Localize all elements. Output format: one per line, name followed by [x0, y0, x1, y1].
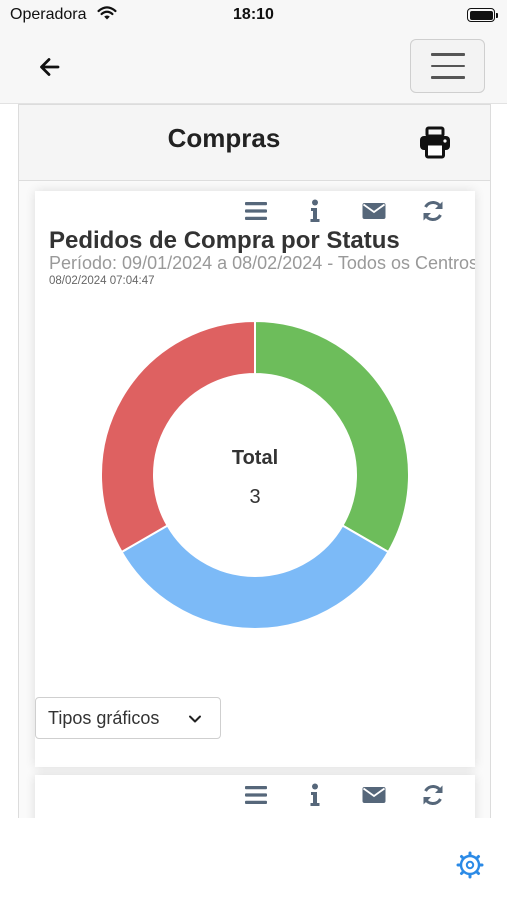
refresh-icon[interactable] — [419, 197, 447, 225]
chart-subtitle: Período: 09/01/2024 a 08/02/2024 - Todos… — [49, 253, 475, 273]
chart-title: Pedidos de Compra por Status — [49, 227, 400, 254]
list-icon[interactable] — [242, 197, 270, 225]
donut-center-value: 3 — [249, 486, 260, 508]
donut-slice-3[interactable] — [100, 319, 256, 554]
refresh-icon[interactable] — [419, 781, 447, 809]
battery-icon — [467, 8, 498, 22]
app-header — [0, 30, 507, 104]
clock: 18:10 — [233, 6, 274, 23]
menu-toggle-button[interactable] — [410, 39, 485, 93]
printer-icon[interactable] — [417, 125, 453, 161]
purchases-panel: Compras Pedidos de Compra por Status Per… — [18, 104, 491, 834]
donut-chart: Total 3 — [100, 319, 410, 630]
donut-center-label: Total — [232, 447, 278, 469]
envelope-icon[interactable] — [360, 781, 388, 809]
bottom-bar — [0, 818, 507, 900]
panel-header: Compras — [19, 105, 490, 181]
card-toolbar — [35, 197, 475, 225]
donut-slice-1[interactable] — [254, 319, 410, 554]
envelope-icon[interactable] — [360, 197, 388, 225]
chevron-down-icon — [189, 715, 201, 723]
donut-slice-2[interactable] — [120, 524, 390, 630]
status-bar: Operadora 18:10 — [0, 0, 507, 30]
info-icon[interactable] — [301, 197, 329, 225]
chart-timestamp: 08/02/2024 07:04:47 — [49, 275, 155, 287]
chart-card: Pedidos de Compra por Status Período: 09… — [35, 191, 475, 767]
settings-icon[interactable] — [456, 851, 484, 879]
list-icon[interactable] — [242, 781, 270, 809]
info-icon[interactable] — [301, 781, 329, 809]
page-title: Compras — [167, 123, 281, 153]
card-toolbar-2 — [35, 781, 475, 809]
chart-type-dropdown-label: Tipos gráficos — [48, 707, 160, 728]
chart-type-dropdown[interactable]: Tipos gráficos — [35, 697, 221, 739]
hamburger-icon — [430, 53, 465, 56]
arrow-left-icon[interactable] — [34, 52, 64, 82]
